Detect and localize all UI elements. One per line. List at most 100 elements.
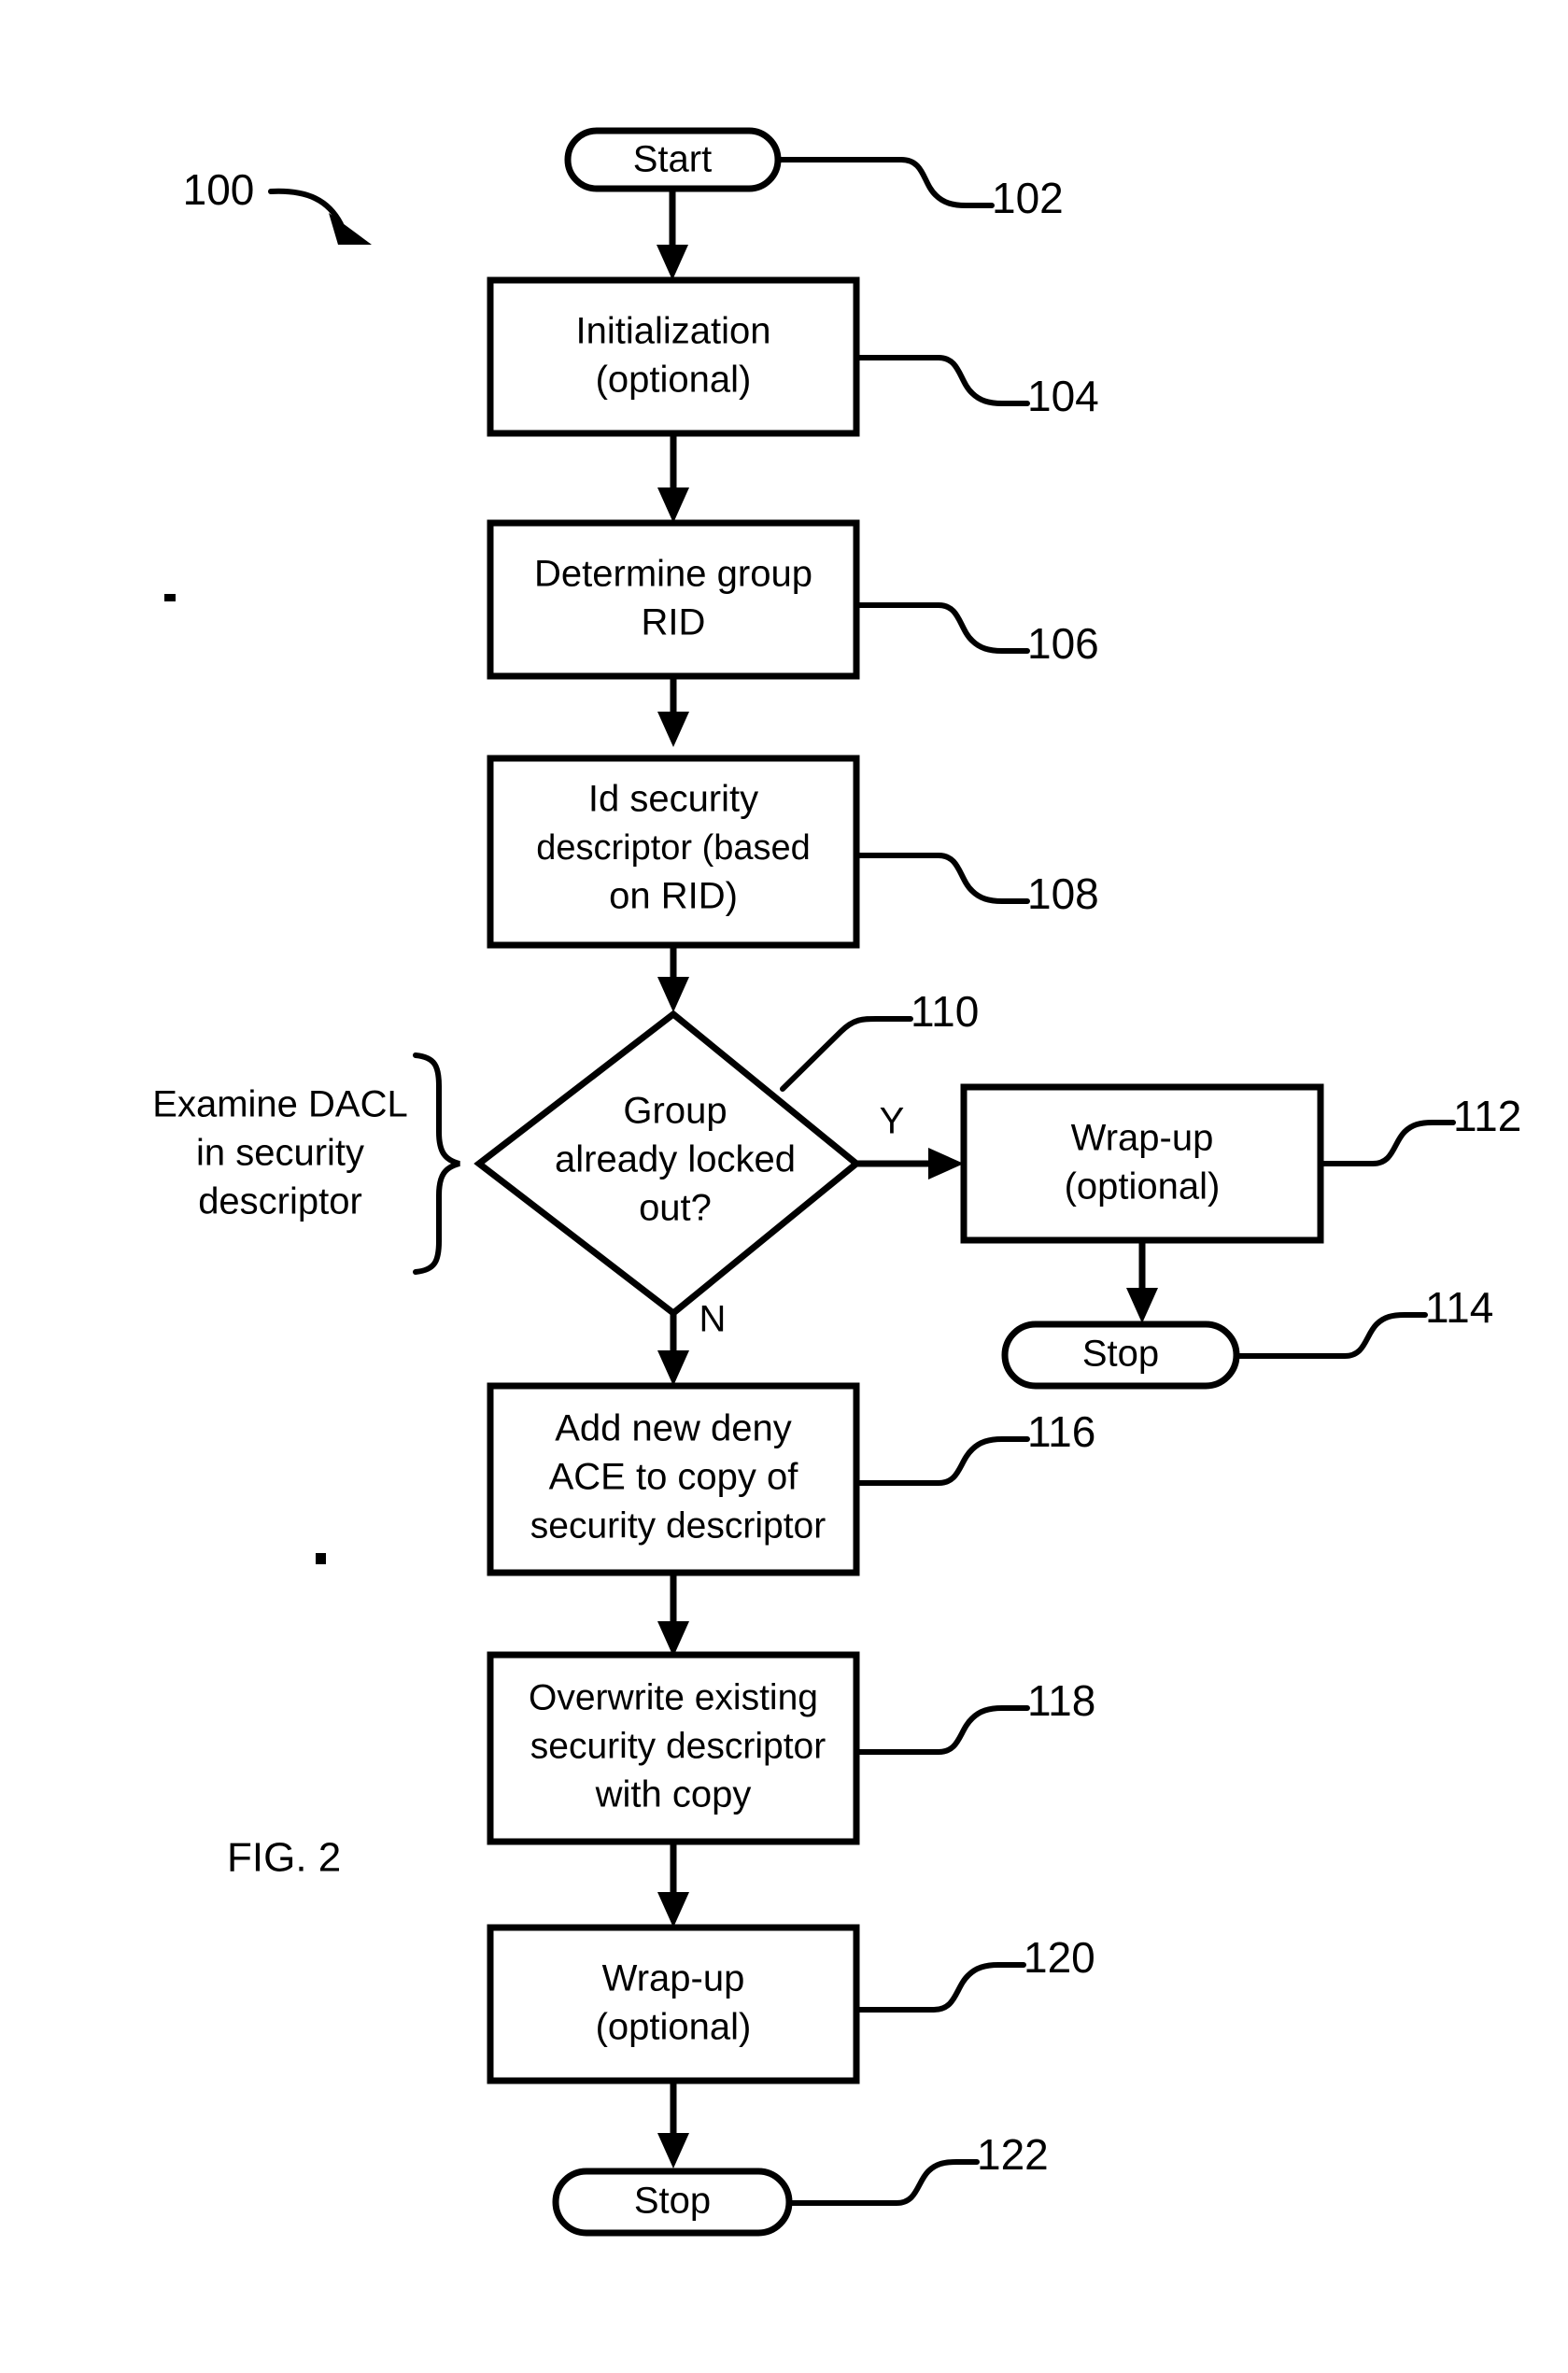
- connector-arrowhead: [657, 487, 689, 523]
- ref-110-leader-line: [780, 1015, 913, 1092]
- dacl-note-line1: Examine DACL: [152, 1084, 407, 1125]
- idsec-label-line1: Id security: [588, 779, 758, 820]
- leader-122: 122: [786, 2130, 1049, 2206]
- initialization-label-line2: (optional): [596, 360, 752, 401]
- ref-118-leader-line: [854, 1705, 1030, 1755]
- connector-arrowhead: [657, 245, 688, 280]
- ref-number-106: 106: [1027, 619, 1099, 668]
- initialization-box-shape: [487, 276, 860, 437]
- ref-number-120: 120: [1024, 1933, 1095, 1982]
- scan-speckle: [316, 1553, 326, 1564]
- leader-104: 104: [854, 355, 1099, 420]
- connector-arrowhead-yes: [928, 1148, 964, 1179]
- determine-label-line2: RID: [642, 602, 706, 643]
- ref-number-118: 118: [1027, 1676, 1095, 1725]
- node-stop-yes[interactable]: Stop: [1001, 1321, 1240, 1390]
- overwrite-label-line2: security descriptor: [530, 1726, 826, 1766]
- node-overwrite-descriptor[interactable]: Overwrite existing security descriptor w…: [487, 1651, 860, 1845]
- connector-start-to-init: [657, 189, 688, 280]
- ref-number-110: 110: [911, 987, 979, 1036]
- connector-arrowhead: [657, 977, 689, 1012]
- node-id-security-descriptor[interactable]: Id security descriptor (based on RID): [487, 755, 860, 949]
- ref-116-leader-line: [854, 1436, 1030, 1486]
- initialization-label-line1: Initialization: [575, 311, 770, 352]
- stop-no-label: Stop: [634, 2181, 711, 2222]
- ref-number-108: 108: [1027, 869, 1099, 918]
- connector-arrowhead: [657, 712, 689, 747]
- node-stop-no[interactable]: Stop: [552, 2168, 793, 2237]
- connector-wrapup-yes-to-stop: [1126, 1240, 1158, 1323]
- connector-wrapup-no-to-stop: [657, 2081, 689, 2168]
- dacl-note-line3: descriptor: [198, 1181, 362, 1222]
- node-initialization[interactable]: Initialization (optional): [487, 276, 860, 437]
- figure-label: FIG. 2: [227, 1835, 341, 1881]
- patent-figure-page: 100 FIG. 2 Start 102 Initialization (opt…: [0, 0, 1568, 2373]
- leader-108: 108: [854, 853, 1099, 918]
- connector-init-to-determine: [657, 433, 689, 523]
- node-wrapup-yes[interactable]: Wrap-up (optional): [960, 1083, 1324, 1244]
- addace-label-line1: Add new deny: [555, 1408, 792, 1449]
- start-label: Start: [633, 139, 712, 180]
- wrapup-yes-label-line1: Wrap-up: [1071, 1118, 1214, 1159]
- ref-number-122: 122: [977, 2130, 1049, 2179]
- ref-108-leader-line: [854, 853, 1030, 904]
- wrapup-no-label-line1: Wrap-up: [602, 1958, 745, 1999]
- connector-determine-to-idsec: [657, 676, 689, 747]
- ref-100-leader: [268, 188, 344, 227]
- connector-addace-to-overwrite: [657, 1573, 689, 1657]
- leader-120: 120: [854, 1933, 1095, 2013]
- node-decision-group-locked-out[interactable]: Group already locked out?: [473, 1010, 862, 1318]
- ref-106-leader-line: [854, 602, 1030, 654]
- leader-114: 114: [1234, 1283, 1493, 1359]
- overwrite-label-line1: Overwrite existing: [529, 1677, 818, 1717]
- scan-speckle: [164, 594, 176, 601]
- leader-118: 118: [854, 1676, 1095, 1755]
- ref-number-114: 114: [1425, 1283, 1493, 1332]
- ref-114-leader-line: [1234, 1312, 1428, 1359]
- connector-arrowhead: [657, 1892, 689, 1928]
- ref-104-leader-line: [854, 355, 1030, 406]
- ref-112-leader-line: [1318, 1120, 1456, 1166]
- leader-116: 116: [854, 1407, 1095, 1486]
- ref-100-arrowhead: [329, 213, 372, 245]
- dacl-note-line2: in security: [196, 1133, 364, 1174]
- ref-number-104: 104: [1027, 372, 1099, 420]
- determine-label-line1: Determine group: [534, 554, 812, 595]
- overwrite-label-line3: with copy: [595, 1774, 752, 1815]
- wrapup-yes-box-shape: [960, 1083, 1324, 1244]
- ref-122-leader-line: [786, 2159, 980, 2206]
- node-wrapup-no[interactable]: Wrap-up (optional): [487, 1924, 860, 2084]
- connector-arrowhead: [657, 2133, 689, 2168]
- decision-label-line1: Group: [623, 1091, 727, 1132]
- connector-overwrite-to-wrapup: [657, 1842, 689, 1928]
- determine-box-shape: [487, 519, 860, 680]
- node-add-deny-ace[interactable]: Add new deny ACE to copy of security des…: [487, 1382, 860, 1576]
- flowchart-diagram: 100 FIG. 2 Start 102 Initialization (opt…: [152, 127, 1521, 2237]
- addace-label-line2: ACE to copy of: [549, 1457, 799, 1498]
- connector-decision-yes: Y: [856, 1101, 964, 1179]
- ref-number-112: 112: [1453, 1092, 1521, 1140]
- decision-label-line2: already locked: [555, 1139, 796, 1180]
- leader-112: 112: [1318, 1092, 1521, 1166]
- annotation-examine-dacl: Examine DACL in security descriptor: [152, 1052, 460, 1275]
- ref-102-leader-line: [775, 157, 995, 208]
- wrapup-yes-label-line2: (optional): [1065, 1166, 1221, 1208]
- idsec-label-line3: on RID): [609, 876, 738, 917]
- wrapup-no-box-shape: [487, 1924, 860, 2084]
- leader-106: 106: [854, 602, 1099, 668]
- connector-arrowhead: [657, 1621, 689, 1657]
- addace-label-line3: security descriptor: [530, 1505, 826, 1546]
- wrapup-no-label-line2: (optional): [596, 2007, 752, 2048]
- stop-yes-label: Stop: [1082, 1334, 1159, 1375]
- node-determine-group-rid[interactable]: Determine group RID: [487, 519, 860, 680]
- process-ref-100: 100: [183, 165, 372, 245]
- ref-number-100: 100: [183, 165, 255, 214]
- dacl-curly-brace: [413, 1052, 460, 1275]
- ref-number-116: 116: [1027, 1407, 1095, 1456]
- connector-idsec-to-decision: [657, 945, 689, 1012]
- branch-label-no: N: [699, 1299, 727, 1340]
- ref-120-leader-line: [854, 1962, 1026, 2013]
- node-start[interactable]: Start: [564, 127, 782, 192]
- decision-label-line3: out?: [639, 1188, 712, 1229]
- leader-110: 110: [780, 987, 979, 1092]
